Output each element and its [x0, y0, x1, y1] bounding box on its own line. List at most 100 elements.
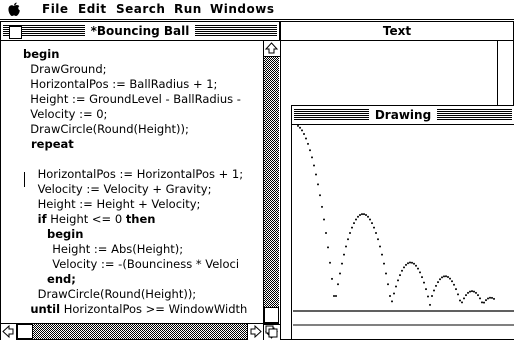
ball-trail-dot: [357, 215, 359, 218]
ball-trail-dot: [365, 214, 367, 216]
editor-window: *Bouncing Ball begin DrawGround; Horizon…: [0, 21, 280, 340]
ball-trail-dot: [361, 213, 363, 216]
code-line: DrawCircle(Round(Height));: [23, 122, 189, 136]
ball-trail-dot: [413, 262, 415, 265]
vertical-scroll-track[interactable]: [264, 57, 279, 308]
ball-trail-dot: [405, 263, 407, 266]
scroll-right-arrow-icon[interactable]: [247, 324, 263, 340]
ball-trail-dot: [299, 126, 301, 129]
ball-trail-dot: [381, 253, 383, 256]
ball-trail-dot: [401, 269, 403, 272]
ball-trail-dot: [449, 277, 451, 280]
ball-trail-dot: [411, 261, 413, 264]
ball-trail-dot: [387, 283, 389, 286]
ball-trail-dot: [403, 266, 405, 269]
ball-trail-dot: [459, 299, 461, 302]
ball-trail-dot: [433, 289, 435, 292]
ball-trail-dot: [415, 264, 417, 267]
code-line: begin: [23, 227, 84, 241]
ball-trail-dot: [417, 267, 419, 270]
ball-trail-dot: [371, 222, 373, 225]
ball-trail-dot: [347, 238, 349, 241]
ball-trail-dot: [451, 280, 453, 283]
ball-trail-dot: [441, 276, 443, 279]
menu-edit[interactable]: Edit: [78, 2, 107, 16]
ball-trail-dot: [399, 274, 401, 277]
horizontal-scroll-track[interactable]: [17, 324, 247, 339]
ball-trail-dot: [383, 262, 385, 265]
editor-title: *Bouncing Ball: [84, 24, 196, 38]
horizontal-scrollbar[interactable]: [1, 323, 263, 340]
ball-trail-dot: [303, 133, 305, 135]
ball-trail-dot: [455, 288, 457, 291]
ball-trail-dot: [425, 288, 427, 291]
code-line: Velocity := 0;: [23, 107, 108, 121]
horizontal-scroll-thumb[interactable]: [17, 324, 33, 339]
ball-trail-dot: [325, 232, 327, 234]
ball-trail-dot: [385, 272, 387, 275]
ball-trail-dot: [339, 272, 341, 275]
ball-trail-dot: [389, 295, 391, 297]
ball-trail-dot: [323, 218, 325, 221]
ball-trail-dot: [421, 276, 423, 279]
code-line: Velocity := -(Bounciness * Veloci: [23, 257, 240, 271]
ball-trail-dot: [329, 261, 331, 264]
menu-bar: File Edit Search Run Windows: [0, 0, 514, 20]
ball-trail-dot: [355, 218, 357, 221]
ball-trail-dot: [443, 275, 445, 278]
ball-trail-dot: [397, 279, 399, 282]
scroll-up-arrow-icon[interactable]: [264, 41, 280, 57]
ball-trail-dot: [335, 295, 337, 297]
ball-trail-dot: [419, 271, 421, 274]
ball-trail-dot: [435, 284, 437, 287]
vertical-scrollbar[interactable]: [263, 41, 280, 340]
ball-trail-dot: [485, 299, 487, 302]
ball-trail-dot: [319, 194, 321, 197]
vertical-scroll-thumb[interactable]: [264, 307, 279, 323]
code-line: Height := GroundLevel - BallRadius -: [23, 92, 241, 106]
ball-trail-dot: [341, 262, 343, 265]
ball-trail-dot: [465, 294, 467, 297]
code-line: Velocity := Velocity + Gravity;: [23, 182, 212, 196]
ball-trail-dot: [313, 164, 315, 167]
ball-trail-dot: [407, 262, 409, 265]
ball-trail-dot: [393, 292, 395, 295]
code-line: HorizontalPos := HorizontalPos + 1;: [23, 167, 244, 181]
size-box-icon[interactable]: [263, 323, 279, 339]
ball-trail-dot: [429, 303, 431, 306]
ball-trail-dot: [301, 129, 303, 132]
text-window-title: Text: [376, 24, 418, 38]
menu-search[interactable]: Search: [116, 2, 165, 16]
ball-trail-dot: [311, 156, 313, 159]
ball-trail-dot: [309, 149, 311, 152]
code-line: HorizontalPos := BallRadius + 1;: [23, 77, 218, 91]
ball-trail-dot: [483, 301, 485, 304]
code-area[interactable]: begin DrawGround; HorizontalPos := BallR…: [1, 41, 263, 342]
ball-trail-dot: [391, 300, 393, 303]
ball-trail-dot: [369, 218, 371, 221]
drawing-title-bar[interactable]: Drawing: [292, 106, 514, 125]
apple-menu-icon[interactable]: [7, 2, 21, 17]
menu-run[interactable]: Run: [174, 2, 202, 16]
text-title-bar[interactable]: Text: [281, 22, 513, 41]
ball-trail-dot: [359, 214, 361, 216]
ball-trail-dot: [337, 283, 339, 286]
ball-trail-dot: [321, 205, 323, 208]
ball-trail-dot: [307, 142, 309, 145]
code-line: DrawCircle(Round(Height));: [23, 287, 197, 301]
menu-windows[interactable]: Windows: [210, 2, 274, 16]
ball-trail-dot: [343, 253, 345, 256]
ball-trail-dot: [377, 238, 379, 241]
editor-title-bar[interactable]: *Bouncing Ball: [1, 22, 279, 41]
ball-trail-dot: [367, 215, 369, 218]
ball-trail-dot: [481, 301, 483, 304]
ball-trail-dot: [409, 261, 411, 264]
ball-trail-dot: [453, 283, 455, 286]
scroll-left-arrow-icon[interactable]: [1, 324, 17, 340]
code-line: DrawGround;: [23, 62, 107, 76]
ball-trail-dot: [315, 173, 317, 176]
menu-file[interactable]: File: [42, 2, 69, 16]
ball-trail-dot: [375, 232, 377, 234]
ball-trail-dot: [331, 277, 333, 280]
code-line: begin: [23, 47, 60, 61]
